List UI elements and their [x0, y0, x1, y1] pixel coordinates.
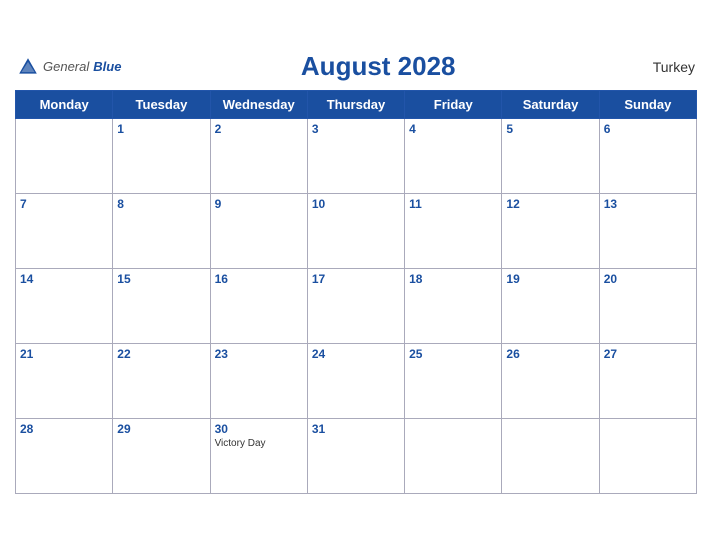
calendar-cell-w3-d2: 15	[113, 269, 210, 344]
day-number-18: 18	[409, 272, 497, 286]
day-number-29: 29	[117, 422, 205, 436]
calendar-wrapper: General Blue August 2028 Turkey Monday T…	[0, 41, 712, 509]
calendar-cell-w4-d7: 27	[599, 344, 696, 419]
calendar-cell-w5-d2: 29	[113, 419, 210, 494]
calendar-cell-w2-d1: 7	[16, 194, 113, 269]
calendar-cell-w3-d6: 19	[502, 269, 599, 344]
day-number-11: 11	[409, 197, 497, 211]
calendar-cell-w5-d1: 28	[16, 419, 113, 494]
day-number-12: 12	[506, 197, 594, 211]
calendar-cell-w3-d7: 20	[599, 269, 696, 344]
day-number-7: 7	[20, 197, 108, 211]
week-row-2: 789 10 11 12 13	[16, 194, 697, 269]
logo-area: General Blue	[17, 56, 121, 78]
calendar-cell-w4-d6: 26	[502, 344, 599, 419]
calendar-cell-w4-d4: 24	[307, 344, 404, 419]
day-number-9: 9	[215, 197, 303, 211]
day-event-30: Victory Day	[215, 438, 303, 449]
day-number-27: 27	[604, 347, 692, 361]
calendar-cell-w2-d5: 11	[405, 194, 502, 269]
week-row-5: 28 29 30 Victory Day 31	[16, 419, 697, 494]
calendar-cell-w2-d4: 10	[307, 194, 404, 269]
header-monday: Monday	[16, 91, 113, 119]
day-number-31: 31	[312, 422, 400, 436]
day-number-13: 13	[604, 197, 692, 211]
day-number-4: 4	[409, 122, 497, 136]
header-wednesday: Wednesday	[210, 91, 307, 119]
generalblue-logo-icon	[17, 56, 39, 78]
calendar-cell-w1-d7: 6	[599, 119, 696, 194]
day-number-2: 2	[215, 122, 303, 136]
calendar-cell-w5-d4: 31	[307, 419, 404, 494]
calendar-cell-w3-d4: 17	[307, 269, 404, 344]
calendar-title: August 2028	[121, 51, 635, 82]
logo-general-text: General	[43, 59, 89, 74]
day-number-21: 21	[20, 347, 108, 361]
calendar-cell-w1-d5: 4	[405, 119, 502, 194]
day-number-14: 14	[20, 272, 108, 286]
day-number-17: 17	[312, 272, 400, 286]
calendar-cell-w3-d5: 18	[405, 269, 502, 344]
day-number-24: 24	[312, 347, 400, 361]
calendar-cell-w2-d7: 13	[599, 194, 696, 269]
day-number-3: 3	[312, 122, 400, 136]
day-number-5: 5	[506, 122, 594, 136]
day-number-25: 25	[409, 347, 497, 361]
day-number-28: 28	[20, 422, 108, 436]
day-number-8: 8	[117, 197, 205, 211]
calendar-cell-w1-d6: 5	[502, 119, 599, 194]
calendar-header: General Blue August 2028 Turkey	[15, 51, 697, 82]
day-number-26: 26	[506, 347, 594, 361]
calendar-cell-w4-d1: 21	[16, 344, 113, 419]
day-number-15: 15	[117, 272, 205, 286]
week-row-1: 123456	[16, 119, 697, 194]
calendar-cell-w3-d1: 14	[16, 269, 113, 344]
day-number-23: 23	[215, 347, 303, 361]
calendar-cell-w1-d4: 3	[307, 119, 404, 194]
day-number-22: 22	[117, 347, 205, 361]
day-number-16: 16	[215, 272, 303, 286]
calendar-cell-w1-d1	[16, 119, 113, 194]
week-row-3: 14 15 16 17 18 19 20	[16, 269, 697, 344]
calendar-cell-w5-d7	[599, 419, 696, 494]
week-row-4: 21 22 23 24 25 26 27	[16, 344, 697, 419]
calendar-cell-w5-d6	[502, 419, 599, 494]
calendar-cell-w4-d2: 22	[113, 344, 210, 419]
calendar-cell-w2-d3: 9	[210, 194, 307, 269]
country-label: Turkey	[635, 59, 695, 75]
calendar-cell-w2-d6: 12	[502, 194, 599, 269]
weekday-header-row: Monday Tuesday Wednesday Thursday Friday…	[16, 91, 697, 119]
day-number-30: 30	[215, 422, 303, 436]
calendar-cell-w1-d2: 1	[113, 119, 210, 194]
day-number-19: 19	[506, 272, 594, 286]
header-thursday: Thursday	[307, 91, 404, 119]
calendar-body: 1234567891011121314151617181920212223242…	[16, 119, 697, 494]
day-number-1: 1	[117, 122, 205, 136]
calendar-cell-w4-d3: 23	[210, 344, 307, 419]
calendar-cell-w3-d3: 16	[210, 269, 307, 344]
day-number-6: 6	[604, 122, 692, 136]
calendar-cell-w1-d3: 2	[210, 119, 307, 194]
header-friday: Friday	[405, 91, 502, 119]
calendar-cell-w4-d5: 25	[405, 344, 502, 419]
calendar-cell-w2-d2: 8	[113, 194, 210, 269]
header-tuesday: Tuesday	[113, 91, 210, 119]
header-saturday: Saturday	[502, 91, 599, 119]
day-number-10: 10	[312, 197, 400, 211]
logo-blue-text: Blue	[93, 59, 121, 74]
calendar-table: Monday Tuesday Wednesday Thursday Friday…	[15, 90, 697, 494]
calendar-cell-w5-d3: 30 Victory Day	[210, 419, 307, 494]
calendar-cell-w5-d5	[405, 419, 502, 494]
day-number-20: 20	[604, 272, 692, 286]
header-sunday: Sunday	[599, 91, 696, 119]
